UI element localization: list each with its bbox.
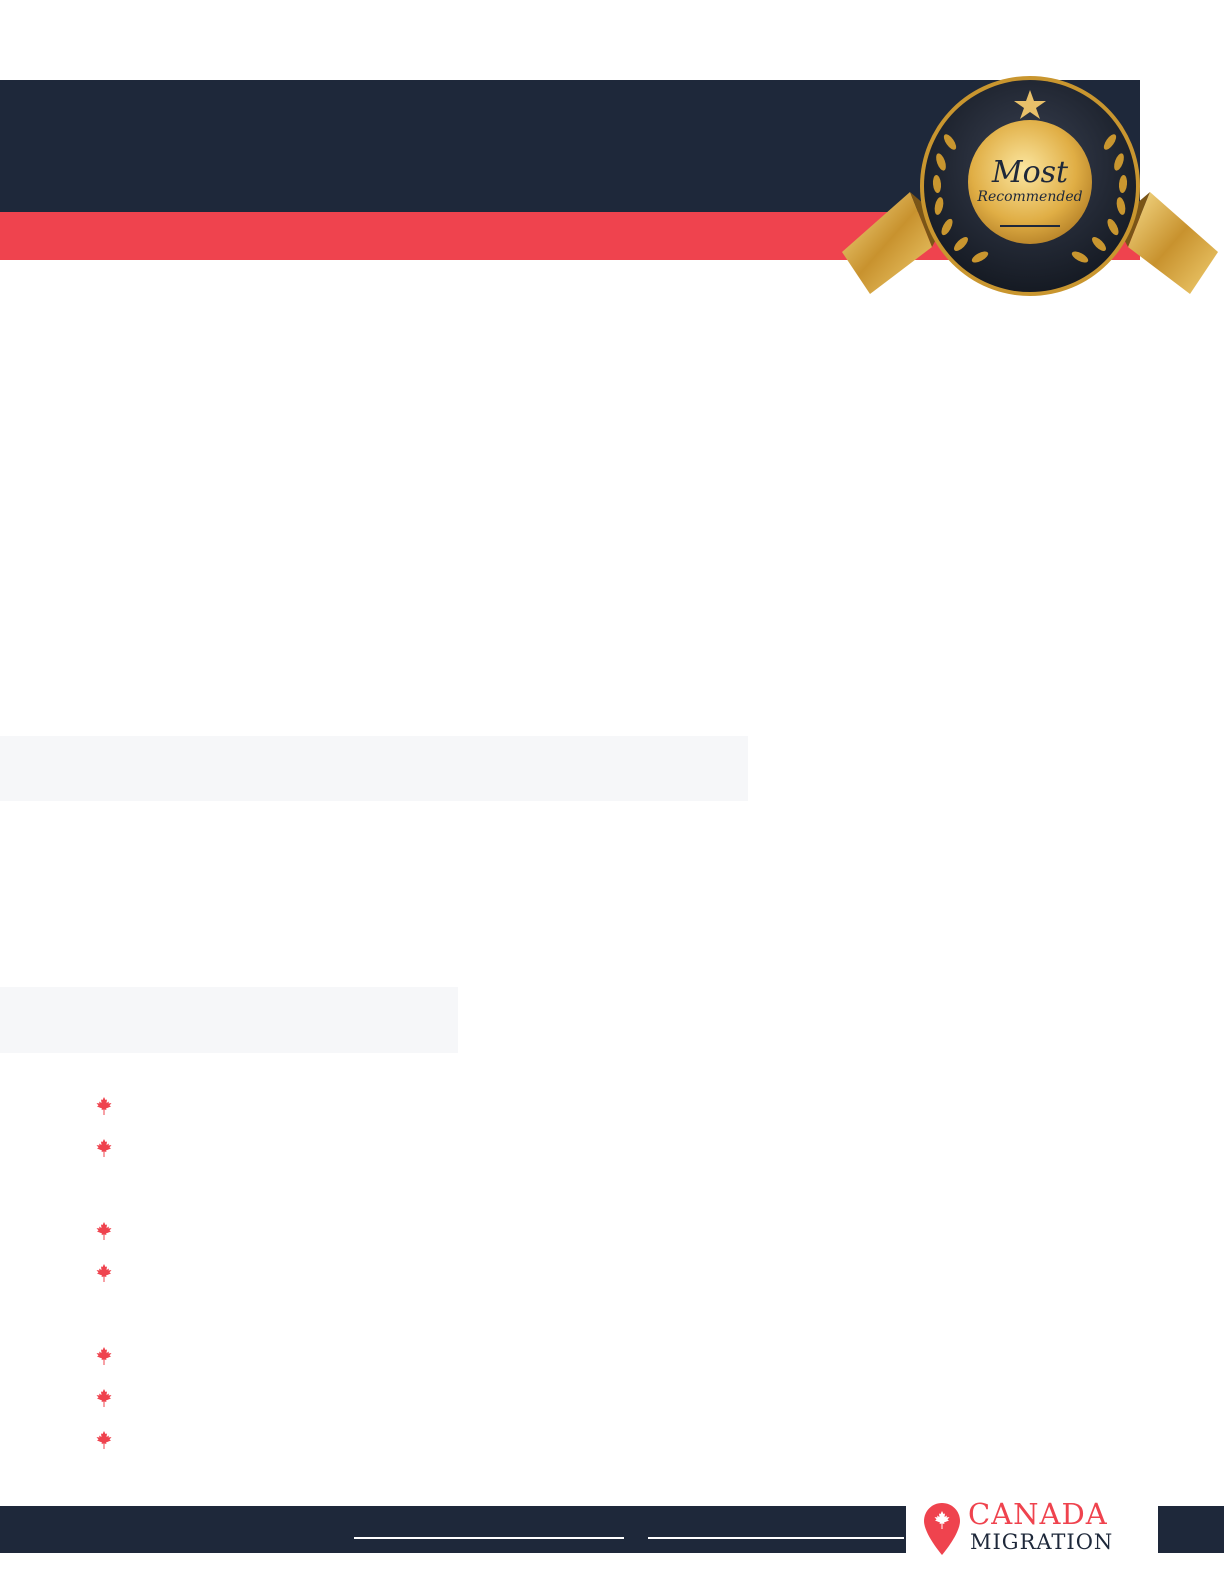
- footer-divider: [648, 1537, 904, 1539]
- footer-accent-block: [1160, 1506, 1224, 1553]
- canada-migration-logo: CANADA MIGRATION: [906, 1496, 1158, 1563]
- badge-line2: Recommended: [976, 189, 1082, 205]
- maple-leaf-icon: [96, 1139, 112, 1157]
- maple-leaf-icon: [96, 1431, 112, 1449]
- maple-leaf-icon: [96, 1389, 112, 1407]
- maple-leaf-icon: [96, 1222, 112, 1240]
- logo-text-migration: MIGRATION: [970, 1530, 1114, 1554]
- logo-text-canada: CANADA: [968, 1497, 1108, 1531]
- footer-divider: [354, 1537, 624, 1539]
- most-recommended-badge: Most Recommended: [842, 76, 1218, 296]
- badge-line1: Most: [991, 155, 1069, 190]
- section-heading-bar: [0, 987, 458, 1053]
- map-pin-icon: [924, 1503, 960, 1555]
- section-heading-bar: [0, 736, 748, 801]
- maple-leaf-icon: [96, 1097, 112, 1115]
- maple-leaf-icon: [96, 1264, 112, 1282]
- maple-leaf-icon: [96, 1347, 112, 1365]
